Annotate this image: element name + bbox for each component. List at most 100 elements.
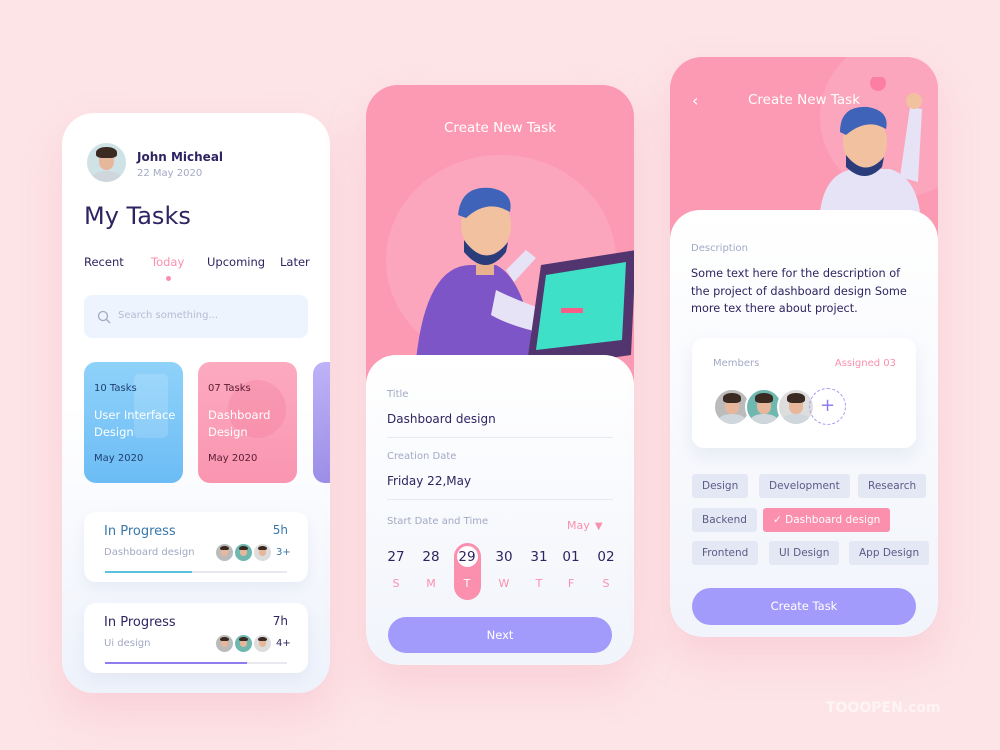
category-date: May 2020 (208, 453, 258, 464)
progress-bar (105, 571, 287, 573)
task-details-form: Description Some text here for the descr… (670, 210, 938, 637)
progress-hours: 5h (272, 523, 288, 537)
my-tasks-screen: John Micheal 22 May 2020 My Tasks Recent… (62, 113, 330, 693)
progress-card[interactable]: In Progress 5h Dashboard design 3+ (84, 512, 308, 582)
task-form: Title Dashboard design Creation Date Fri… (366, 355, 634, 665)
search-placeholder: Search something... (118, 310, 219, 321)
category-card-dashboard-design[interactable]: 07 Tasks Dashboard Design May 2020 (198, 362, 297, 483)
caret-down-icon: ▼ (594, 521, 603, 532)
tag-label: App Design (859, 547, 920, 559)
man-waving-illustration (820, 77, 922, 212)
progress-fill (105, 662, 247, 664)
user-date: 22 May 2020 (137, 168, 203, 179)
progress-fill (105, 571, 193, 573)
day-number[interactable]: 28 (417, 549, 445, 565)
title-input[interactable]: Dashboard design (387, 412, 496, 426)
day-of-week: W (498, 577, 510, 590)
member-avatar (214, 633, 235, 654)
create-task-details-screen: ‹ Create New Task Description Some text … (670, 57, 938, 637)
category-name: Design (94, 425, 134, 439)
add-member-button[interactable]: + (809, 388, 846, 425)
category-name: Design (208, 425, 248, 439)
day-number[interactable]: 29 (453, 549, 481, 565)
category-name: User Interface (94, 408, 176, 422)
task-count: 07 Tasks (208, 383, 251, 394)
member-avatar (233, 542, 254, 563)
progress-project: Dashboard design (104, 547, 195, 558)
day-of-week: S (392, 577, 400, 590)
tag-chip[interactable]: Frontend (692, 541, 759, 565)
day-number[interactable]: 30 (490, 549, 518, 565)
create-task-screen: Create New Task Title Dashboard design C… (366, 85, 634, 665)
day-of-week: M (426, 577, 436, 590)
tag-chip[interactable]: Design (692, 474, 749, 498)
member-avatar (252, 542, 273, 563)
active-tab-dot (166, 276, 171, 281)
man-at-computer-illustration (416, 187, 634, 360)
progress-project: Ui design (104, 638, 151, 649)
creation-date-label: Creation Date (387, 451, 457, 462)
tag-label: UI Design (779, 547, 830, 559)
task-count: 10 Tasks (94, 383, 137, 394)
phone-icon (134, 374, 168, 438)
day-number[interactable]: 02 (592, 549, 620, 565)
search-icon (97, 310, 111, 324)
extra-members: 4+ (276, 638, 291, 649)
tag-chip[interactable]: Development (759, 474, 850, 498)
tag-chip[interactable]: App Design (849, 541, 930, 565)
members-label: Members (713, 358, 760, 369)
category-card-ui-design[interactable]: 10 Tasks User Interface Design May 2020 (84, 362, 183, 483)
title-label: Title (387, 389, 409, 400)
progress-bar (105, 662, 287, 664)
tag-chip[interactable]: ✓ Dashboard design (763, 508, 891, 532)
category-card-partial[interactable] (313, 362, 330, 483)
member-avatar (233, 633, 254, 654)
divider (387, 499, 613, 500)
description-text[interactable]: Some text here for the description of th… (691, 265, 921, 318)
member-avatar (252, 633, 273, 654)
user-name: John Micheal (137, 150, 224, 164)
category-name: Dashboard (208, 408, 271, 422)
day-number[interactable]: 31 (525, 549, 553, 565)
day-of-week: S (602, 577, 610, 590)
progress-status: In Progress (104, 615, 176, 630)
watermark: TOOOPEN.com (826, 700, 941, 716)
check-icon: ✓ (773, 514, 786, 526)
progress-status: In Progress (104, 524, 176, 539)
tag-label: Research (868, 480, 917, 492)
category-date: May 2020 (94, 453, 144, 464)
search-input[interactable]: Search something... (84, 295, 308, 338)
tag-label: Development (769, 480, 840, 492)
page-title: My Tasks (84, 202, 191, 230)
create-task-button[interactable]: Create Task (692, 588, 916, 625)
tag-chip[interactable]: UI Design (769, 541, 840, 565)
tag-chip[interactable]: Research (858, 474, 927, 498)
tag-label: Dashboard design (785, 514, 881, 526)
user-avatar[interactable] (85, 141, 128, 184)
divider (387, 437, 613, 438)
assigned-count: Assigned 03 (834, 358, 896, 369)
day-of-week: T (463, 577, 471, 590)
creation-date-input[interactable]: Friday 22,May (387, 474, 471, 488)
member-avatar (214, 542, 235, 563)
tag-label: Backend (702, 514, 747, 526)
tab-recent[interactable]: Recent (84, 255, 124, 269)
description-label: Description (691, 243, 748, 254)
tab-upcoming[interactable]: Upcoming (207, 255, 265, 269)
progress-hours: 7h (272, 614, 288, 628)
progress-card[interactable]: In Progress 7h Ui design 4+ (84, 603, 308, 673)
tag-chip[interactable]: Backend (692, 508, 757, 532)
tab-today[interactable]: Today (151, 255, 184, 269)
tab-later[interactable]: Later (280, 255, 310, 269)
tag-label: Frontend (702, 547, 749, 559)
next-button[interactable]: Next (388, 617, 612, 653)
day-of-week: F (567, 577, 575, 590)
day-of-week: T (535, 577, 543, 590)
day-number[interactable]: 27 (382, 549, 410, 565)
day-number[interactable]: 01 (557, 549, 585, 565)
month-dropdown[interactable]: May ▼ (567, 514, 603, 533)
members-card: Members Assigned 03 + (692, 338, 916, 448)
tag-label: Design (702, 480, 739, 492)
extra-members: 3+ (276, 547, 291, 558)
start-date-label: Start Date and Time (387, 516, 489, 527)
